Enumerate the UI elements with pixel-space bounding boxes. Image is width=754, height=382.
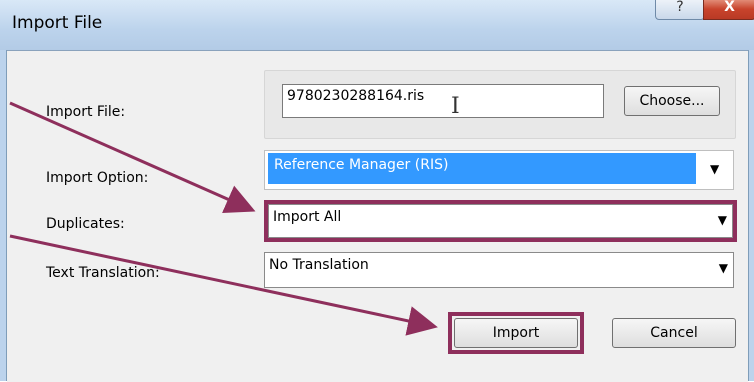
text-translation-value: No Translation xyxy=(269,257,369,273)
window-frame-right xyxy=(748,50,754,381)
dropdown-arrow-icon[interactable]: ▼ xyxy=(710,162,719,176)
close-icon[interactable]: X xyxy=(703,0,754,20)
import-file-input[interactable]: 9780230288164.ris xyxy=(282,84,604,118)
text-translation-label: Text Translation: xyxy=(46,265,160,281)
window-title: Import File xyxy=(12,13,103,33)
dropdown-arrow-icon: ▼ xyxy=(717,213,727,227)
text-translation-select[interactable]: No Translation ▼ xyxy=(264,252,734,288)
import-file-label: Import File: xyxy=(46,104,126,120)
duplicates-label: Duplicates: xyxy=(46,216,125,232)
text-cursor-icon: I xyxy=(451,94,460,119)
choose-button[interactable]: Choose... xyxy=(624,86,720,116)
window-frame-left xyxy=(0,50,7,381)
cancel-button[interactable]: Cancel xyxy=(612,318,736,348)
help-icon[interactable]: ? xyxy=(655,0,705,20)
import-button[interactable]: Import xyxy=(454,318,578,348)
import-option-selected[interactable]: Reference Manager (RIS) xyxy=(268,153,696,184)
duplicates-select[interactable]: Import All ▼ xyxy=(268,204,733,238)
dropdown-arrow-icon: ▼ xyxy=(718,261,728,275)
title-bar: Import File ? X xyxy=(0,0,754,50)
import-option-label: Import Option: xyxy=(46,170,149,186)
duplicates-value: Import All xyxy=(273,209,342,225)
